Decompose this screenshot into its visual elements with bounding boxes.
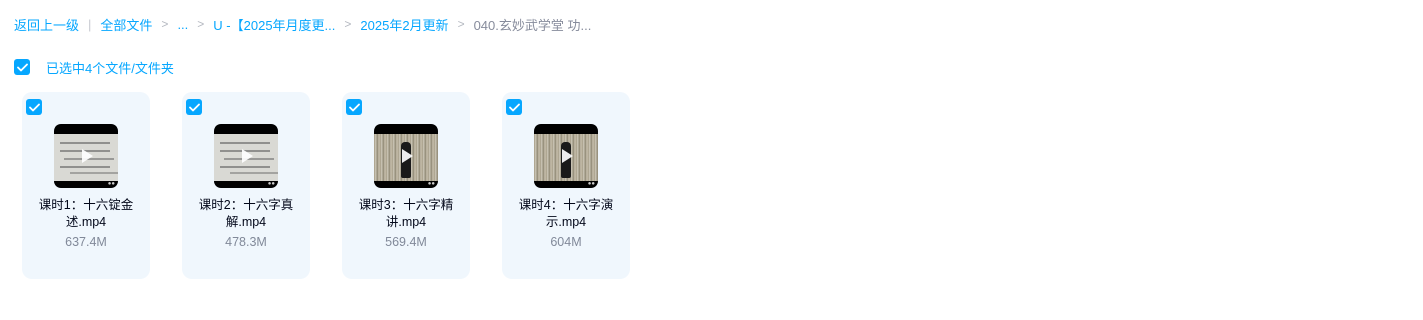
breadcrumb: 返回上一级 | 全部文件 > ... > U -【2025年月度更... > 2… <box>14 14 591 34</box>
play-icon <box>562 149 573 163</box>
file-checkbox[interactable] <box>186 99 202 115</box>
breadcrumb-current-folder: 040.玄妙武学堂 功... <box>473 17 592 33</box>
breadcrumb-ellipsis[interactable]: ... <box>177 17 188 32</box>
breadcrumb-separator-icon: > <box>197 17 205 31</box>
file-card[interactable]: ●● 课时1：十六锭金述.mp4 637.4M <box>22 92 150 279</box>
play-icon <box>242 149 253 163</box>
breadcrumb-folder-monthly[interactable]: U -【2025年月度更... <box>213 15 335 34</box>
file-card[interactable]: ●● 课时4：十六字演示.mp4 604M <box>502 92 630 279</box>
file-size: 604M <box>550 235 582 249</box>
breadcrumb-separator-icon: > <box>344 17 352 31</box>
file-checkbox[interactable] <box>506 99 522 115</box>
file-size: 569.4M <box>385 235 427 249</box>
file-name: 课时4：十六字演示.mp4 <box>518 198 614 229</box>
more-dots-icon: ●● <box>107 181 115 187</box>
selection-count-label: 已选中4个文件/文件夹 <box>46 60 174 76</box>
breadcrumb-divider: | <box>88 16 92 32</box>
play-icon <box>82 149 93 163</box>
breadcrumb-back-link[interactable]: 返回上一级 <box>14 15 79 34</box>
more-dots-icon: ●● <box>267 181 275 187</box>
file-checkbox[interactable] <box>26 99 42 115</box>
video-thumbnail: ●● <box>374 124 438 188</box>
more-dots-icon: ●● <box>587 181 595 187</box>
video-thumbnail: ●● <box>534 124 598 188</box>
file-card[interactable]: ●● 课时2：十六字真解.mp4 478.3M <box>182 92 310 279</box>
breadcrumb-all-files[interactable]: 全部文件 <box>100 15 152 34</box>
file-size: 637.4M <box>65 235 107 249</box>
checkmark-icon <box>348 103 360 111</box>
breadcrumb-separator-icon: > <box>161 17 169 31</box>
file-checkbox[interactable] <box>346 99 362 115</box>
breadcrumb-separator-icon: > <box>457 17 465 31</box>
checkmark-icon <box>188 103 200 111</box>
file-name: 课时2：十六字真解.mp4 <box>198 198 294 229</box>
video-thumbnail: ●● <box>214 124 278 188</box>
play-icon <box>402 149 413 163</box>
file-size: 478.3M <box>225 235 267 249</box>
checkmark-icon <box>508 103 520 111</box>
select-all-checkbox[interactable] <box>14 59 30 75</box>
video-thumbnail: ●● <box>54 124 118 188</box>
file-card[interactable]: ●● 课时3：十六字精讲.mp4 569.4M <box>342 92 470 279</box>
checkmark-icon <box>16 63 28 71</box>
more-dots-icon: ●● <box>427 181 435 187</box>
checkmark-icon <box>28 103 40 111</box>
select-all-row: 已选中4个文件/文件夹 <box>14 59 174 76</box>
breadcrumb-folder-feb[interactable]: 2025年2月更新 <box>360 15 448 34</box>
file-name: 课时3：十六字精讲.mp4 <box>358 198 454 229</box>
file-name: 课时1：十六锭金述.mp4 <box>38 198 134 229</box>
